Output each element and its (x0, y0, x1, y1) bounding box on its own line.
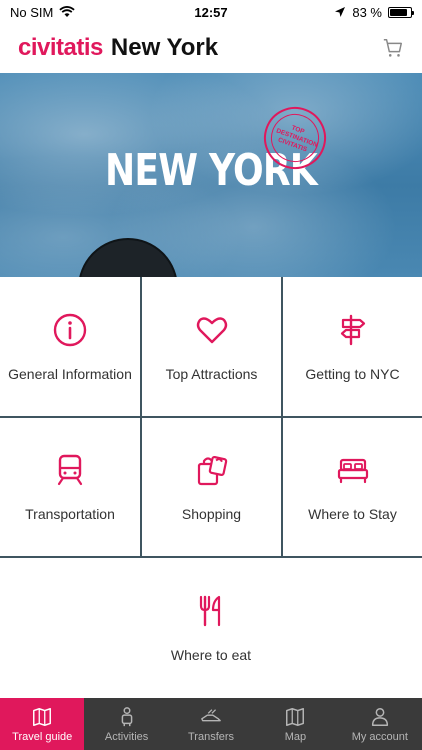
bottom-tab-bar: Travel guide Activities Transfers Map My… (0, 698, 422, 750)
cart-icon[interactable] (382, 37, 404, 59)
signpost-icon (340, 314, 365, 345)
tile-label: Transportation (25, 506, 115, 522)
tile-where-to-stay[interactable]: Where to Stay (283, 418, 422, 556)
tile-label: General Information (8, 365, 132, 382)
transfers-icon (201, 708, 221, 721)
user-icon (371, 707, 388, 726)
tile-label: Shopping (181, 506, 242, 522)
hero-title: NEW YORK (105, 145, 318, 196)
brand: civitatis New York (18, 34, 218, 62)
info-icon (53, 313, 87, 346)
heart-icon (196, 316, 227, 343)
tile-label: Where to Stay (308, 506, 397, 522)
stamp-text: TOP DESTINATION CIVITATIS (275, 124, 319, 154)
tab-travel-guide[interactable]: Travel guide (0, 698, 85, 750)
tile-where-to-eat[interactable]: Where to eat (0, 558, 422, 697)
map-guide-icon (33, 707, 52, 726)
hero-banner: NEW YORK TOP DESTINATION CIVITATIS (0, 73, 422, 278)
tab-my-account[interactable]: My account (338, 698, 422, 750)
tab-label: Map (284, 730, 307, 743)
tab-transfers[interactable]: Transfers (169, 698, 253, 750)
city-title: New York (110, 34, 219, 61)
tile-label: Top Attractions (165, 365, 258, 382)
battery-icon (388, 6, 414, 18)
tab-map[interactable]: Map (253, 698, 337, 750)
tab-label: My account (351, 730, 408, 743)
tab-activities[interactable]: Activities (84, 698, 168, 750)
grid-divider (0, 556, 422, 558)
guide-grid: General Information Top Attractions Gett… (0, 277, 422, 697)
status-left: No SIM (10, 4, 76, 20)
app-header: civitatis New York (0, 24, 422, 72)
tile-shopping[interactable]: Shopping (142, 418, 281, 556)
tab-label: Travel guide (12, 730, 73, 743)
status-bar: No SIM 12:57 83 % (0, 0, 422, 24)
battery-percent: 83 % (352, 4, 382, 20)
tile-label: Where to eat (170, 646, 252, 663)
activities-icon (121, 706, 132, 726)
tab-label: Transfers (187, 730, 235, 743)
tile-label: Getting to NYC (305, 365, 400, 382)
brand-logo: civitatis (18, 34, 103, 61)
shopping-bags-icon (197, 455, 227, 486)
status-right: 83 % (334, 4, 414, 20)
tab-label: Activities (104, 730, 149, 743)
tile-top-attractions[interactable]: Top Attractions (142, 277, 281, 416)
tile-general-information[interactable]: General Information (0, 277, 140, 416)
location-arrow-icon (335, 7, 346, 17)
battery-fill (390, 8, 407, 16)
train-icon (57, 454, 83, 486)
wifi-icon (59, 6, 76, 17)
map-icon (286, 707, 305, 726)
carrier-label: No SIM (10, 4, 54, 20)
tile-getting-to-nyc[interactable]: Getting to NYC (283, 277, 422, 416)
hero-decoration (78, 238, 178, 278)
fork-knife-icon (199, 595, 221, 626)
grid-divider (0, 416, 422, 418)
bed-icon (337, 458, 368, 484)
tile-transportation[interactable]: Transportation (0, 418, 140, 556)
